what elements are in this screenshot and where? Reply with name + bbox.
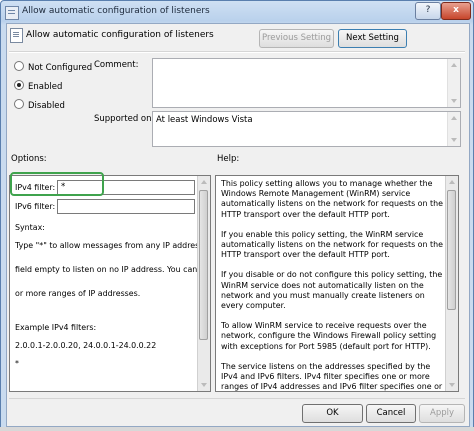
supported-on-field: At least Windows Vista [152,111,461,147]
help-button[interactable]: ? [415,2,441,20]
policy-dialog-window: Allow automatic configuration of listene… [0,0,474,431]
scroll-up-icon[interactable] [201,180,207,184]
help-scrollbar[interactable] [445,176,458,391]
scroll-down-icon[interactable] [201,383,207,387]
example-heading: Example IPv4 filters: [15,323,97,332]
scroll-thumb[interactable] [447,190,456,310]
setting-icon [10,28,23,43]
radio-icon [14,61,24,71]
scroll-down-icon[interactable] [449,383,455,387]
next-setting-button[interactable]: Next Setting [338,29,407,48]
close-button[interactable]: x [441,2,471,20]
comment-field[interactable] [152,58,461,108]
supported-on-label: Supported on: [94,114,155,124]
scroll-down-icon[interactable] [451,99,457,103]
help-text: This policy setting allows you to manage… [221,179,447,392]
footer-divider [9,398,465,399]
ok-button[interactable]: OK [302,404,363,423]
help-paragraph: The service listens on the addresses spe… [221,361,443,392]
radio-enabled[interactable]: Enabled [14,80,62,92]
syntax-heading: Syntax: [15,223,45,232]
header-row: Allow automatic configuration of listene… [7,24,469,50]
header-divider [9,51,465,53]
help-paragraph: If you enable this policy setting, the W… [221,229,443,260]
scroll-up-icon[interactable] [449,180,455,184]
ipv6-filter-input[interactable] [57,199,195,214]
scroll-thumb[interactable] [199,190,208,340]
example-line: * [15,359,19,368]
syntax-line: field empty to listen on no IP address. … [15,265,210,274]
policy-icon [5,6,19,20]
help-paragraph: This policy setting allows you to manage… [221,179,443,219]
options-label: Options: [11,154,47,164]
dialog-body: Allow automatic configuration of listene… [6,23,470,427]
radio-selected-icon [14,80,24,90]
policy-name: Allow automatic configuration of listene… [26,30,214,40]
title-bar[interactable]: Allow automatic configuration of listene… [1,1,473,23]
supported-on-value: At least Windows Vista [156,115,253,125]
ipv4-highlight-box [10,172,104,196]
syntax-line: or more ranges of IP addresses. [15,289,141,298]
comment-scrollbar[interactable] [447,59,460,107]
help-paragraph: To allow WinRM service to receive reques… [221,321,437,351]
example-line: 2.0.0.1-2.0.0.20, 24.0.0.1-24.0.0.22 [15,341,157,350]
scroll-down-icon[interactable] [451,138,457,142]
help-panel: This policy setting allows you to manage… [215,175,459,392]
syntax-line: Type "*" to allow messages from any IP a… [15,241,210,250]
comment-label: Comment: [94,60,139,70]
radio-icon [14,99,24,109]
radio-label: Enabled [28,82,63,92]
options-scrollbar[interactable] [197,176,210,391]
radio-label: Disabled [28,101,65,111]
options-panel: IPv4 filter: * IPv6 filter: Syntax: Type… [9,175,211,392]
apply-button[interactable]: Apply [419,404,465,423]
supported-scrollbar[interactable] [447,112,460,146]
ipv6-filter-label: IPv6 filter: [15,202,56,211]
help-paragraph: If you disable or do not configure this … [221,270,443,311]
window-shadow [0,427,474,431]
radio-not-configured[interactable]: Not Configured [14,61,92,73]
radio-label: Not Configured [28,63,93,73]
scroll-up-icon[interactable] [451,116,457,120]
previous-setting-button[interactable]: Previous Setting [259,29,334,48]
scroll-up-icon[interactable] [451,63,457,67]
help-label: Help: [217,154,240,164]
cancel-button[interactable]: Cancel [366,404,416,423]
window-title: Allow automatic configuration of listene… [22,6,210,16]
radio-disabled[interactable]: Disabled [14,99,65,111]
